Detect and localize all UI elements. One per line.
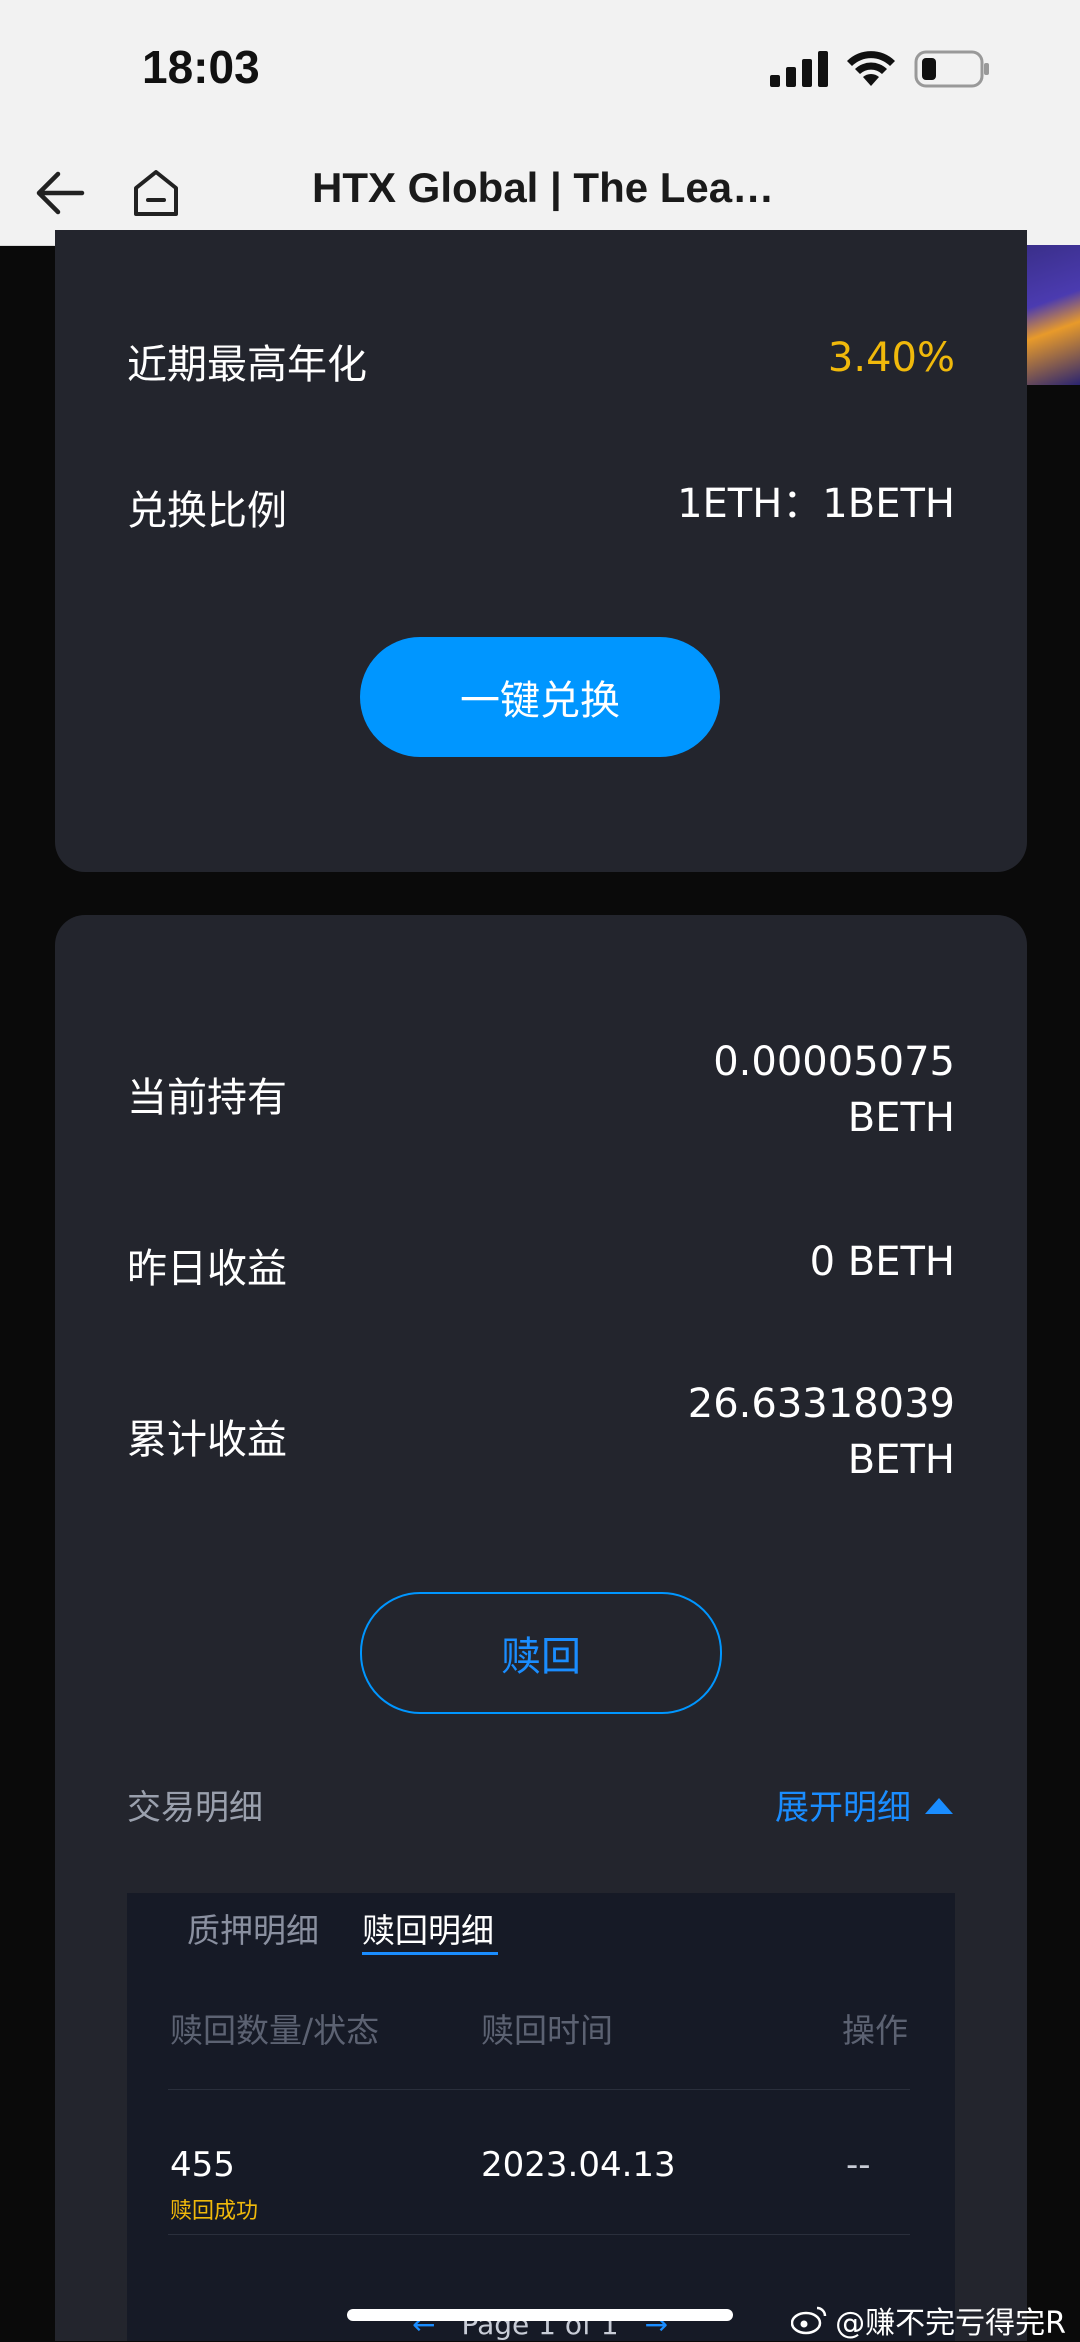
transaction-details-label: 交易明细 (127, 1788, 263, 1828)
back-arrow-icon (36, 171, 85, 215)
table-row-divider (168, 2234, 910, 2235)
exchange-card: 近期最高年化 3.40% 兑换比例 1ETH：1BETH (55, 230, 1027, 872)
expand-details-label: 展开明细 (775, 1788, 911, 1828)
status-icons (770, 50, 990, 88)
status-time: 18:03 (142, 41, 260, 93)
redeem-amount: 455 (170, 2145, 235, 2185)
column-header-time: 赎回时间 (481, 2011, 613, 2050)
weibo-logo-icon (791, 2306, 827, 2335)
total-earnings-unit: BETH (847, 1437, 955, 1483)
table-header-divider (168, 2089, 910, 2090)
watermark: @赚不完亏得完R (791, 2298, 1066, 2342)
status-bar: 18:03 (0, 0, 1080, 140)
home-icon (134, 170, 178, 216)
current-holding-label: 当前持有 (127, 1075, 287, 1121)
column-header-amount-status: 赎回数量/状态 (170, 2011, 380, 2050)
current-holding-unit: BETH (847, 1095, 955, 1141)
banner-illustration (1027, 245, 1080, 385)
redeem-button[interactable]: 赎回 (360, 1592, 722, 1714)
home-indicator[interactable] (347, 2309, 733, 2321)
expand-details-toggle[interactable]: 展开明细 (775, 1780, 953, 1829)
total-earnings-label: 累计收益 (127, 1417, 287, 1463)
watermark-text: @赚不完亏得完R (835, 2306, 1066, 2341)
yesterday-earnings-label: 昨日收益 (127, 1246, 287, 1292)
total-earnings-amount: 26.63318039 (687, 1381, 955, 1427)
current-holding-value: 0.00005075 BETH (713, 1034, 955, 1146)
wifi-icon (847, 51, 895, 86)
tab-redeem-details[interactable]: 赎回明细 (362, 1904, 494, 1952)
tab-staking-details[interactable]: 质押明细 (187, 1904, 319, 1952)
redeem-action: -- (846, 2145, 871, 2185)
page-title: HTX Global | The Lea… (312, 164, 775, 211)
ratio-value: 1ETH：1BETH (677, 481, 955, 527)
one-click-exchange-button[interactable]: 一键兑换 (360, 637, 720, 757)
apy-label: 近期最高年化 (127, 342, 367, 388)
battery-icon (914, 50, 989, 88)
redeem-status: 赎回成功 (170, 2199, 259, 2224)
column-header-action: 操作 (842, 2011, 908, 2050)
ratio-label: 兑换比例 (127, 488, 287, 534)
caret-up-icon (925, 1797, 953, 1814)
total-earnings-value: 26.63318039 BETH (688, 1376, 955, 1488)
yesterday-earnings-value: 0 BETH (809, 1239, 955, 1285)
home-button[interactable] (128, 166, 184, 220)
current-holding-amount: 0.00005075 (713, 1039, 955, 1085)
redeem-time: 2023.04.13 (481, 2145, 676, 2185)
apy-value: 3.40% (827, 335, 955, 381)
signal-icon (770, 51, 828, 87)
back-button[interactable] (32, 168, 88, 218)
active-tab-indicator (362, 1952, 498, 1955)
transactions-panel (127, 1893, 955, 2341)
